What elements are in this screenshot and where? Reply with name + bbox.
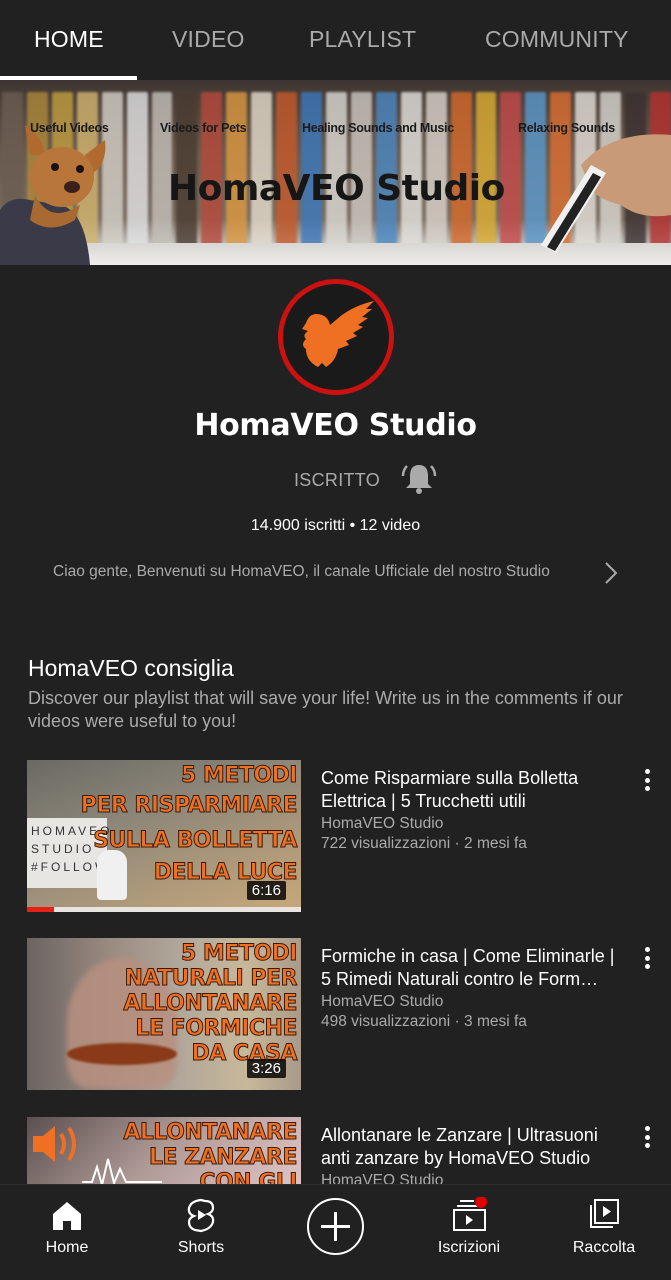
subscriptions-icon: [453, 1197, 487, 1231]
channel-name: HomaVEO Studio: [194, 408, 477, 443]
video-channel: HomaVEO Studio: [321, 815, 444, 832]
watch-progress-fill: [27, 907, 55, 912]
video-channel: HomaVEO Studio: [321, 1172, 444, 1184]
channel-banner: Useful Videos Videos for Pets Healing So…: [0, 80, 671, 265]
thumbnail-text-line: PER RISPARMIARE: [80, 793, 298, 819]
nav-label: Iscrizioni: [437, 1239, 501, 1256]
ant-image: [67, 1043, 177, 1065]
bottom-navigation: Home Shorts Iscrizioni Raccolta: [0, 1184, 671, 1280]
nav-subscriptions[interactable]: Iscrizioni: [414, 1185, 524, 1280]
channel-stats: 14.900 iscritti • 12 video: [250, 517, 421, 534]
watch-progress-track: [27, 907, 301, 912]
video-title[interactable]: Formiche in casa | Come Eliminarle | 5 R…: [321, 945, 626, 991]
thumbnail-text-line: NATURALI PER: [124, 966, 298, 992]
video-item[interactable]: ALLONTANARE LE ZANZARE CON GLI Allontana…: [0, 1117, 671, 1184]
banner-label-videos-for-pets: Videos for Pets: [160, 121, 247, 135]
section-description: Discover our playlist that will save you…: [28, 688, 623, 731]
nav-shorts[interactable]: Shorts: [146, 1185, 256, 1280]
dog-image: [0, 125, 106, 265]
tab-community[interactable]: COMMUNITY: [485, 26, 629, 53]
nav-library[interactable]: Raccolta: [549, 1185, 659, 1280]
video-meta: 498 visualizzazioni · 3 mesi fa: [321, 1013, 527, 1030]
banner-title: HomaVEO Studio: [168, 168, 505, 209]
bulb-image: [97, 850, 127, 900]
shorts-icon: [187, 1198, 215, 1233]
banner-label-useful-videos: Useful Videos: [30, 121, 109, 135]
channel-description[interactable]: Ciao gente, Benvenuti su HomaVEO, il can…: [53, 563, 550, 581]
nav-label: Home: [45, 1239, 89, 1256]
video-title[interactable]: Allontanare le Zanzare | Ultrasuoni anti…: [321, 1124, 626, 1170]
more-options-icon[interactable]: [638, 768, 656, 792]
video-channel: HomaVEO Studio: [321, 993, 444, 1010]
thumbnail-text-line: SULLA BOLLETTA: [93, 828, 298, 854]
video-item[interactable]: 5 METODI NATURALI PER ALLONTANARE LE FOR…: [0, 938, 671, 1090]
channel-tabs: HOME VIDEO PLAYLIST COMMUNITY: [0, 0, 671, 80]
nav-home[interactable]: Home: [12, 1185, 122, 1280]
nav-label: Shorts: [177, 1239, 225, 1256]
create-button[interactable]: [307, 1198, 364, 1255]
nav-label: Raccolta: [572, 1239, 636, 1256]
more-options-icon[interactable]: [638, 946, 656, 970]
banner-label-relaxing-sounds: Relaxing Sounds: [518, 121, 615, 135]
tab-home[interactable]: HOME: [34, 26, 104, 53]
thumbnail-text-line: 5 METODI: [180, 763, 298, 789]
thumbnail-text-line: ALLONTANARE: [123, 991, 298, 1017]
more-options-icon[interactable]: [638, 1125, 656, 1149]
library-icon: [590, 1199, 619, 1228]
video-meta: 722 visualizzazioni · 2 mesi fa: [321, 835, 527, 852]
thumbnail-text-line: 5 METODI: [180, 941, 298, 967]
home-icon: [53, 1202, 81, 1230]
thumbnail-text-line: ALLONTANARE: [123, 1120, 298, 1146]
section-title[interactable]: HomaVEO consiglia: [28, 655, 234, 682]
create-plus-icon: [321, 1212, 350, 1241]
video-duration: 3:26: [246, 1059, 286, 1078]
banner-label-healing-sounds: Healing Sounds and Music: [302, 121, 454, 135]
tab-playlist[interactable]: PLAYLIST: [309, 26, 416, 53]
tab-video[interactable]: VIDEO: [172, 26, 245, 53]
video-title[interactable]: Come Risparmiare sulla Bolletta Elettric…: [321, 767, 626, 813]
bird-logo-icon: [302, 301, 374, 367]
video-item[interactable]: HOMAVEO STUDIO #FOLLOW 5 METODI PER RISPAR…: [0, 760, 671, 912]
video-duration: 6:16: [246, 881, 286, 900]
video-thumbnail[interactable]: ALLONTANARE LE ZANZARE CON GLI: [27, 1117, 301, 1184]
video-thumbnail[interactable]: HOMAVEO STUDIO #FOLLOW 5 METODI PER RISPAR…: [27, 760, 301, 912]
hand-holding-remote-image: [541, 134, 671, 253]
video-thumbnail[interactable]: 5 METODI NATURALI PER ALLONTANARE LE FOR…: [27, 938, 301, 1090]
thumbnail-text-line: LE ZANZARE: [148, 1145, 298, 1171]
channel-avatar[interactable]: [278, 279, 394, 395]
bell-ringing-icon[interactable]: [400, 460, 438, 498]
chevron-right-icon[interactable]: [600, 560, 622, 586]
thumbnail-text-line: CON GLI: [199, 1170, 298, 1185]
subscribed-button[interactable]: ISCRITTO: [294, 470, 380, 491]
thumbnail-text-line: LE FORMICHE: [135, 1016, 298, 1042]
